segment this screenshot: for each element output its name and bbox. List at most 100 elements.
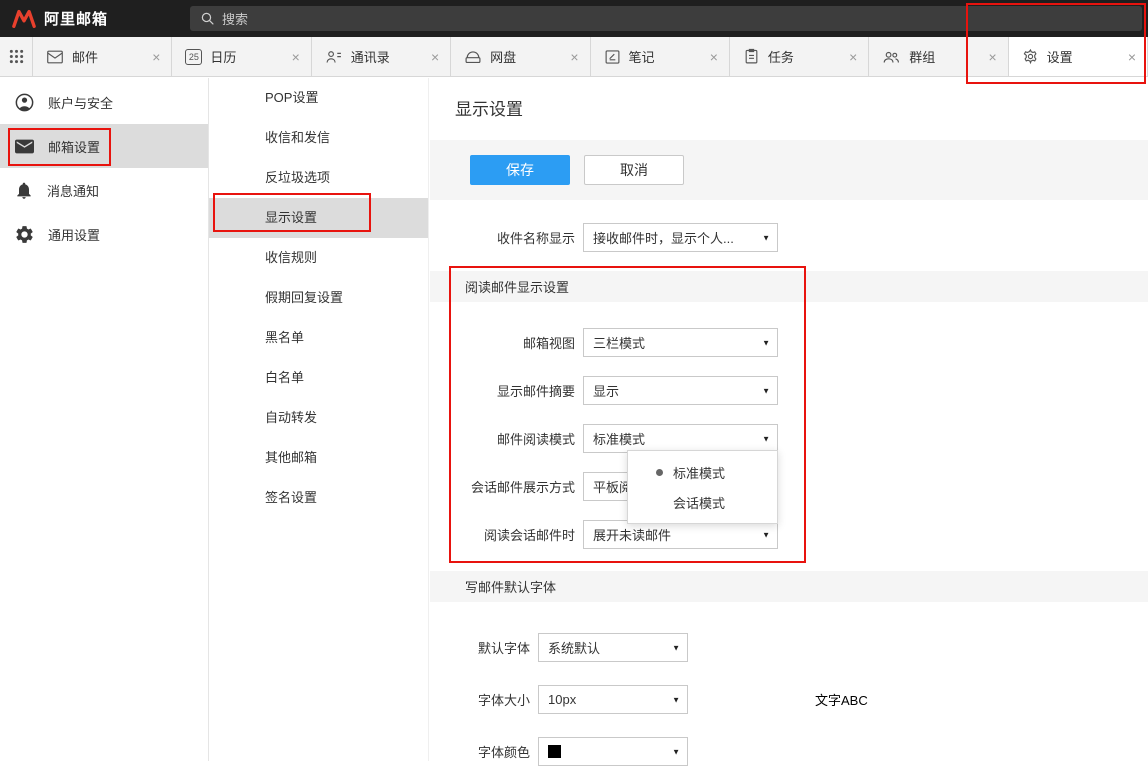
subnav-item-signature[interactable]: 签名设置 bbox=[209, 478, 428, 518]
app-grid-button[interactable] bbox=[0, 37, 33, 76]
subnav-item-send-receive[interactable]: 收信和发信 bbox=[209, 118, 428, 158]
close-icon[interactable]: × bbox=[150, 48, 162, 66]
mail-settings-subnav: POP设置 收信和发信 反垃圾选项 显示设置 收信规则 假期回复设置 黑名单 白… bbox=[209, 78, 429, 761]
subnav-item-other-mailbox[interactable]: 其他邮箱 bbox=[209, 438, 428, 478]
field-label: 字体颜色 bbox=[430, 742, 530, 761]
close-icon[interactable]: × bbox=[986, 48, 998, 66]
save-button[interactable]: 保存 bbox=[470, 155, 570, 185]
mail-filled-icon bbox=[14, 137, 35, 156]
app-grid-icon bbox=[9, 49, 24, 64]
dropdown-option-standard[interactable]: 标准模式 bbox=[628, 457, 777, 487]
tab-notes[interactable]: 笔记 × bbox=[591, 37, 730, 76]
groups-icon bbox=[882, 49, 901, 65]
subnav-item-auto-forward[interactable]: 自动转发 bbox=[209, 398, 428, 438]
action-band: 保存 取消 bbox=[430, 140, 1148, 200]
tabbar: 邮件 × 25 日历 × 通讯录 × 网盘 × 笔记 × 任务 × bbox=[0, 37, 1148, 77]
chevron-down-icon: ▼ bbox=[672, 695, 680, 704]
recipient-display-select[interactable]: 接收邮件时，显示个人... ▼ bbox=[583, 223, 778, 252]
calendar-icon: 25 bbox=[185, 49, 202, 65]
field-label: 收件名称显示 bbox=[430, 228, 575, 247]
close-icon[interactable]: × bbox=[568, 48, 580, 66]
tab-settings[interactable]: 设置 × bbox=[1009, 37, 1148, 76]
tab-groups[interactable]: 群组 × bbox=[869, 37, 1008, 76]
subnav-item-whitelist[interactable]: 白名单 bbox=[209, 358, 428, 398]
conversation-reading-select[interactable]: 展开未读邮件 ▼ bbox=[583, 520, 778, 549]
font-preview-text: 文字ABC bbox=[815, 690, 868, 709]
chevron-down-icon: ▼ bbox=[762, 530, 770, 539]
close-icon[interactable]: × bbox=[290, 48, 302, 66]
close-icon[interactable]: × bbox=[708, 48, 720, 66]
conversation-display-row: 会话邮件展示方式 平板阅 ▼ bbox=[430, 472, 1148, 501]
sidebar-item-label: 邮箱设置 bbox=[48, 137, 100, 156]
sidebar-item-account-security[interactable]: 账户与安全 bbox=[0, 80, 208, 124]
select-value: 10px bbox=[548, 692, 576, 707]
recipient-display-row: 收件名称显示 接收邮件时，显示个人... ▼ bbox=[430, 223, 1148, 252]
dropdown-option-conversation[interactable]: 会话模式 bbox=[628, 487, 777, 517]
close-icon[interactable]: × bbox=[847, 48, 859, 66]
tab-label: 通讯录 bbox=[351, 47, 421, 66]
default-font-select[interactable]: 系统默认 ▼ bbox=[538, 633, 688, 662]
mail-summary-select[interactable]: 显示 ▼ bbox=[583, 376, 778, 405]
field-label: 会话邮件展示方式 bbox=[430, 477, 575, 496]
sidebar-item-label: 账户与安全 bbox=[48, 93, 113, 112]
font-color-select[interactable]: ▼ bbox=[538, 737, 688, 766]
reading-mode-row: 邮件阅读模式 标准模式 ▼ bbox=[430, 424, 1148, 453]
tab-label: 日历 bbox=[210, 47, 281, 66]
search-placeholder: 搜索 bbox=[222, 9, 248, 28]
page-title: 显示设置 bbox=[455, 95, 1148, 120]
subnav-item-vacation-reply[interactable]: 假期回复设置 bbox=[209, 278, 428, 318]
sidebar-item-mail-settings[interactable]: 邮箱设置 bbox=[0, 124, 208, 168]
brand: 阿里邮箱 bbox=[0, 8, 190, 29]
cancel-button[interactable]: 取消 bbox=[584, 155, 684, 185]
select-value: 接收邮件时，显示个人... bbox=[593, 228, 734, 247]
tab-drive[interactable]: 网盘 × bbox=[451, 37, 590, 76]
tab-label: 群组 bbox=[909, 47, 978, 66]
select-value: 显示 bbox=[593, 381, 619, 400]
chevron-down-icon: ▼ bbox=[762, 434, 770, 443]
subnav-item-pop-settings[interactable]: POP设置 bbox=[209, 78, 428, 118]
sidebar-item-label: 通用设置 bbox=[48, 225, 100, 244]
tab-label: 设置 bbox=[1047, 47, 1118, 66]
search-icon bbox=[200, 11, 215, 26]
sidebar-item-notifications[interactable]: 消息通知 bbox=[0, 168, 208, 212]
contacts-icon bbox=[325, 49, 343, 65]
font-color-row: 字体颜色 ▼ bbox=[430, 737, 1148, 766]
alimail-logo-icon bbox=[12, 9, 36, 28]
dropdown-option-label: 会话模式 bbox=[673, 493, 725, 512]
sidebar-item-label: 消息通知 bbox=[47, 181, 99, 200]
chevron-down-icon: ▼ bbox=[672, 643, 680, 652]
select-value: 展开未读邮件 bbox=[593, 525, 671, 544]
tab-calendar[interactable]: 25 日历 × bbox=[172, 37, 311, 76]
font-size-select[interactable]: 10px ▼ bbox=[538, 685, 688, 714]
tab-label: 任务 bbox=[768, 47, 839, 66]
tab-mail[interactable]: 邮件 × bbox=[33, 37, 172, 76]
reading-mode-dropdown-menu: 标准模式 会话模式 bbox=[627, 450, 778, 524]
close-icon[interactable]: × bbox=[429, 48, 441, 66]
tab-label: 邮件 bbox=[72, 47, 142, 66]
close-icon[interactable]: × bbox=[1126, 48, 1138, 66]
subnav-item-anti-spam[interactable]: 反垃圾选项 bbox=[209, 158, 428, 198]
subnav-item-blacklist[interactable]: 黑名单 bbox=[209, 318, 428, 358]
tab-contacts[interactable]: 通讯录 × bbox=[312, 37, 451, 76]
tab-tasks[interactable]: 任务 × bbox=[730, 37, 869, 76]
dropdown-option-label: 标准模式 bbox=[673, 463, 725, 482]
select-value: 系统默认 bbox=[548, 638, 600, 657]
search-input[interactable]: 搜索 bbox=[190, 6, 1142, 31]
gear-icon bbox=[14, 224, 35, 245]
select-value: 标准模式 bbox=[593, 429, 645, 448]
tab-label: 笔记 bbox=[629, 47, 700, 66]
tasks-icon bbox=[743, 48, 760, 65]
sidebar-item-general-settings[interactable]: 通用设置 bbox=[0, 212, 208, 256]
drive-icon bbox=[464, 49, 482, 65]
notes-icon bbox=[604, 49, 621, 65]
settings-icon bbox=[1022, 48, 1039, 65]
subnav-item-receive-rules[interactable]: 收信规则 bbox=[209, 238, 428, 278]
settings-sidebar: 账户与安全 邮箱设置 消息通知 通用设置 bbox=[0, 78, 209, 761]
chevron-down-icon: ▼ bbox=[672, 747, 680, 756]
display-settings-panel: 显示设置 保存 取消 收件名称显示 接收邮件时，显示个人... ▼ 阅读邮件显示… bbox=[430, 78, 1148, 761]
subnav-item-display-settings[interactable]: 显示设置 bbox=[209, 198, 428, 238]
reading-mode-select[interactable]: 标准模式 ▼ bbox=[583, 424, 778, 453]
default-font-row: 默认字体 系统默认 ▼ bbox=[430, 633, 1148, 662]
font-size-row: 字体大小 10px ▼ 文字ABC bbox=[430, 685, 1148, 714]
mailbox-view-select[interactable]: 三栏模式 ▼ bbox=[583, 328, 778, 357]
